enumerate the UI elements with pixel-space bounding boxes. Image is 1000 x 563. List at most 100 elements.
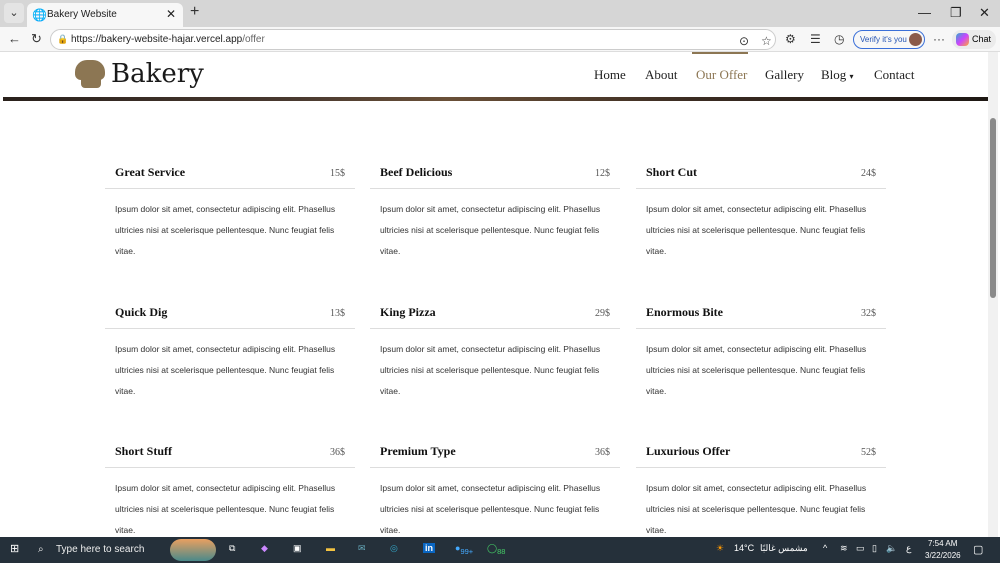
url-host: https://bakery-website-hajar.vercel.app [71,34,243,45]
nav-contact[interactable]: Contact [874,67,914,83]
offer-header: Enormous Bite 32$ [636,305,886,329]
offer-price: 52$ [861,447,876,458]
offer-description: Ipsum dolor sit amet, consectetur adipis… [646,483,867,535]
windows-start-icon[interactable]: ⊞ [10,542,19,555]
nav-home[interactable]: Home [594,67,626,83]
tab-title: Bakery Website [47,9,117,20]
offer-name: King Pizza [380,305,436,319]
nav-our-offer[interactable]: Our Offer [696,67,747,83]
windows-taskbar: ⊞ ⌕ Type here to search ⧉ ◆ ▣ ▬ ✉ ◎ in ●9… [0,537,1000,563]
battery-icon[interactable]: ▭ [856,543,865,554]
tab-list-button[interactable]: ⌄ [4,3,24,23]
active-indicator [692,52,748,54]
offer-header: Great Service 15$ [105,165,355,189]
offer-card: Short Cut 24$ Ipsum dolor sit amet, consec… [636,165,886,262]
store-icon[interactable]: ▣ [293,543,302,554]
back-icon[interactable]: ← [8,31,21,46]
language-indicator[interactable]: ع [906,543,911,554]
verify-profile-button[interactable]: Verify it's you [853,30,925,49]
nav-about[interactable]: About [645,67,678,83]
device-icon[interactable]: ▯ [872,543,877,554]
offer-header: King Pizza 29$ [370,305,620,329]
network-icon[interactable]: ≋ [840,543,848,554]
offer-description: Ipsum dolor sit amet, consectetur adipis… [115,483,336,535]
taskbar-search[interactable]: ⌕ Type here to search [30,537,165,563]
offer-card: Quick Dig 13$ Ipsum dolor sit amet, consec… [105,305,355,402]
offer-name: Enormous Bite [646,305,724,319]
offer-card: Luxurious Offer 52$ Ipsum dolor sit amet, … [636,444,886,537]
more-icon[interactable]: ··· [933,32,945,46]
refresh-icon[interactable]: ↻ [31,31,42,47]
offer-price: 13$ [330,308,345,319]
offer-card: Great Service 15$ Ipsum dolor sit amet, co… [105,165,355,262]
offer-header: Short Stuff 36$ [105,444,355,468]
scrollbar-thumb[interactable] [990,118,996,298]
favorite-star-icon[interactable]: ☆ [761,32,772,51]
site-navbar: Bakery Home About Our Offer Gallery Blog… [3,52,988,98]
hero-image-strip [3,97,988,101]
close-window-button[interactable]: ✕ [979,5,990,21]
offer-description: Ipsum dolor sit amet, consectetur adipis… [380,344,601,396]
whatsapp-icon[interactable]: ◯88 [487,543,505,556]
offer-description: Ipsum dolor sit amet, consectetur adipis… [646,344,867,396]
file-explorer-icon[interactable]: ▬ [326,543,335,553]
offer-description: Ipsum dolor sit amet, consectetur adipis… [115,344,336,396]
offer-name: Great Service [115,165,186,179]
offer-header: Premium Type 36$ [370,444,620,468]
weather-temp[interactable]: 14°C [734,543,754,553]
offer-price: 15$ [330,168,345,179]
url-input[interactable]: 🔒 https://bakery-website-hajar.vercel.ap… [50,29,776,50]
nav-gallery[interactable]: Gallery [765,67,804,83]
offer-card: Beef Delicious 12$ Ipsum dolor sit amet, c… [370,165,620,262]
browser-tab[interactable]: 🌐 Bakery Website ✕ [27,3,183,27]
offer-description: Ipsum dolor sit amet, consectetur adipis… [115,204,336,256]
site-logo[interactable]: Bakery [73,59,204,90]
offer-description: Ipsum dolor sit amet, consectetur adipis… [380,204,601,256]
close-tab-icon[interactable]: ✕ [166,7,176,21]
copilot-icon[interactable]: ◆ [261,543,268,554]
offer-name: Short Stuff [115,444,173,458]
weather-text[interactable]: مشمس غالبًا [760,543,808,554]
favorites-icon[interactable]: ☰ [810,32,821,46]
offer-name: Premium Type [380,444,456,458]
minimize-button[interactable]: — [918,5,931,20]
whatsapp-badge: 88 [497,546,506,556]
nav-blog[interactable]: Blog ▾ [821,67,854,83]
outlook-icon[interactable]: ✉ [358,543,366,554]
search-placeholder: Type here to search [56,544,145,555]
offer-header: Short Cut 24$ [636,165,886,189]
clock-time[interactable]: 7:54 AM [928,539,957,548]
offer-card: King Pizza 29$ Ipsum dolor sit amet, conse… [370,305,620,402]
notifications-icon[interactable]: ▢ [973,543,983,556]
offer-price: 29$ [595,308,610,319]
nav-blog-label: Blog [821,67,847,82]
edge-icon[interactable]: ◎ [390,543,398,554]
search-icon: ⌕ [38,544,44,555]
clock-date[interactable]: 3/22/2026 [925,551,961,560]
page-scrollbar[interactable] [988,52,998,537]
offer-header: Quick Dig 13$ [105,305,355,329]
url-path: /offer [242,34,265,45]
offer-price: 24$ [861,168,876,179]
messenger-icon[interactable]: ●99+ [455,543,473,556]
offer-price: 36$ [595,447,610,458]
offer-description: Ipsum dolor sit amet, consectetur adipis… [646,204,867,256]
history-icon[interactable]: ◷ [834,32,844,46]
verify-label: Verify it's you [860,35,907,44]
new-tab-button[interactable]: + [190,3,199,21]
task-view-icon[interactable]: ⧉ [229,543,235,554]
offer-name: Quick Dig [115,305,168,319]
extensions-icon[interactable]: ⚙ [785,32,796,46]
volume-icon[interactable]: 🔈 [886,543,897,554]
offer-header: Luxurious Offer 52$ [636,444,886,468]
maximize-button[interactable]: ❐ [950,5,962,21]
offer-card: Short Stuff 36$ Ipsum dolor sit amet, cons… [105,444,355,537]
reading-icon[interactable]: ⊙ [739,32,749,51]
copilot-chat-button[interactable]: Chat [952,30,996,49]
chat-label: Chat [972,34,992,44]
notification-badge: 99+ [460,546,474,556]
copilot-icon [956,33,969,46]
search-highlight-image[interactable] [170,539,216,561]
linkedin-icon[interactable]: in [423,543,435,553]
tray-chevron-icon[interactable]: ^ [823,543,827,553]
